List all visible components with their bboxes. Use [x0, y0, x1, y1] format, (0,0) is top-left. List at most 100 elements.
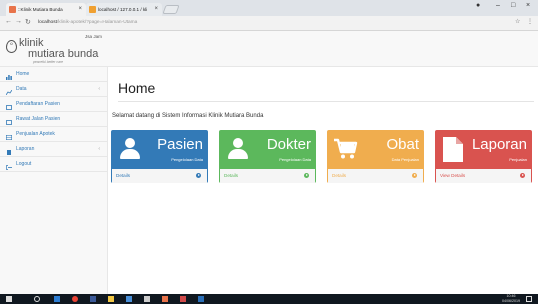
panel-subtitle: Penjualan — [509, 157, 527, 162]
close-tab-icon[interactable]: × — [78, 3, 82, 16]
logout-icon — [6, 162, 12, 170]
new-tab-button[interactable] — [162, 5, 180, 14]
table-icon — [6, 132, 13, 141]
panel-subtitle: Pengelolaan Data — [279, 157, 311, 162]
forward-icon[interactable]: → — [15, 18, 22, 25]
xampp-icon[interactable] — [162, 296, 168, 302]
bookmark-star-icon[interactable]: ☆ — [515, 18, 520, 25]
os-taskbar: 10:46 04/06/2019 — [0, 294, 538, 304]
sidebar-item-label: Home — [16, 71, 30, 77]
profile-icon[interactable]: ● — [476, 2, 480, 9]
app-icon[interactable] — [90, 296, 96, 302]
dashboard-icon — [6, 72, 12, 80]
details-label: Details — [332, 173, 347, 178]
sidebar-item-logout[interactable]: Logout — [0, 157, 108, 172]
chevron-left-icon: ‹ — [98, 146, 100, 152]
user-icon — [119, 138, 141, 160]
app-icon[interactable] — [144, 296, 150, 302]
taskbar-clock[interactable]: 10:46 04/06/2019 — [502, 294, 520, 304]
panel-subtitle: Data Penjualan — [391, 157, 419, 162]
sidebar-item-laporan[interactable]: Laporan ‹ — [0, 142, 108, 157]
panel-laporan: Laporan Penjualan View Details — [435, 130, 532, 183]
notification-icon[interactable] — [526, 296, 532, 302]
close-window-icon[interactable]: × — [526, 2, 530, 9]
tab-title: ::Klinik Mutiara Bunda — [18, 7, 63, 12]
file-explorer-icon[interactable] — [108, 296, 114, 302]
browser-tab-active[interactable]: ::Klinik Mutiara Bunda × — [6, 3, 86, 16]
logo-tagline: peaceful better care — [33, 60, 63, 64]
panel-title: Laporan — [471, 136, 527, 153]
app-icon[interactable] — [198, 296, 204, 302]
arrow-circle-right-icon — [304, 173, 309, 178]
sidebar-item-label: Rawat Jalan Pasien — [16, 116, 61, 122]
panel-title: Pasien — [157, 136, 203, 153]
app-icon[interactable] — [180, 296, 186, 302]
edge-icon[interactable] — [54, 296, 60, 302]
edit-icon — [6, 117, 12, 125]
panel-dokter: Dokter Pengelolaan Data Details — [219, 130, 316, 183]
page-title: Home — [118, 80, 156, 96]
edit-icon — [6, 102, 12, 110]
phpmyadmin-favicon-icon — [89, 6, 96, 13]
logo-text-line2: mutiara bunda — [28, 48, 99, 60]
sidebar-item-label: Logout — [16, 161, 32, 167]
browser-tab-bar: ::Klinik Mutiara Bunda × localhost / 127… — [0, 0, 538, 16]
file-icon — [6, 147, 12, 155]
top-navbar — [108, 31, 538, 67]
panel-heading: Dokter Pengelolaan Data — [220, 131, 315, 169]
document-icon — [443, 137, 463, 164]
panel-obat: Obat Data Penjualan Details — [327, 130, 424, 183]
arrow-circle-right-icon — [196, 173, 201, 178]
maximize-icon[interactable]: □ — [511, 2, 515, 9]
sidebar-item-penjualan[interactable]: Penjualan Apotek — [0, 127, 108, 142]
welcome-text: Selamat datang di Sistem Informasi Klini… — [112, 113, 264, 119]
sidebar-item-label: Laporan — [16, 146, 35, 152]
store-icon[interactable] — [126, 296, 132, 302]
close-tab-icon[interactable]: × — [154, 3, 158, 16]
arrow-circle-right-icon — [412, 173, 417, 178]
sidebar-item-label: Penjualan Apotek — [16, 131, 55, 137]
logo-mark-icon: º — [6, 40, 17, 53]
panel-title: Obat — [386, 136, 419, 153]
sidebar-item-label: Pendaftaran Pasien — [16, 101, 60, 107]
main-content: Home Selamat datang di Sistem Informasi … — [108, 67, 538, 294]
back-icon[interactable]: ← — [5, 18, 12, 25]
details-label: Details — [224, 173, 239, 178]
url-host: localhost — [38, 20, 57, 25]
chrome-icon[interactable] — [72, 296, 78, 302]
clock-date: 04/06/2019 — [502, 299, 520, 303]
browser-menu-icon[interactable]: ⋮ — [527, 18, 533, 25]
sidebar-item-home[interactable]: Home — [0, 67, 108, 82]
sidebar-item-label: Data — [16, 86, 27, 92]
details-label: View Details — [440, 173, 466, 178]
sidebar-item-pendaftaran[interactable]: Pendaftaran Pasien — [0, 97, 108, 112]
panel-title: Dokter — [266, 136, 311, 153]
sidebar-menu: Home Data ‹ Pendaftaran Pasien Rawat Jal… — [0, 67, 108, 172]
user-icon — [227, 138, 249, 160]
panel-details-link[interactable]: Details — [220, 169, 315, 183]
shopping-cart-icon — [334, 138, 358, 162]
browser-tab-inactive[interactable]: localhost / 127.0.0.1 / kli × — [86, 3, 162, 16]
panel-heading: Pasien Pengelolaan Data — [112, 131, 207, 169]
windows-start-icon[interactable] — [6, 296, 12, 302]
panel-details-link[interactable]: View Details — [436, 169, 531, 183]
url-path: /klinik-apotek/?page=Halaman-Utama — [56, 20, 138, 25]
panel-heading: Obat Data Penjualan — [328, 131, 423, 169]
panel-details-link[interactable]: Details — [112, 169, 207, 183]
chart-icon — [5, 87, 13, 96]
sidebar-item-data[interactable]: Data ‹ — [0, 82, 108, 97]
tab-title: localhost / 127.0.0.1 / kli — [98, 7, 148, 12]
clock-label: Jsa Jam — [84, 34, 102, 39]
app-page: Jsa Jam º klinik mutiara bunda peaceful … — [0, 31, 538, 294]
minimize-icon[interactable]: – — [496, 2, 500, 9]
panel-details-link[interactable]: Details — [328, 169, 423, 183]
sidebar-item-rawat-jalan[interactable]: Rawat Jalan Pasien — [0, 112, 108, 127]
panel-pasien: Pasien Pengelolaan Data Details — [111, 130, 208, 183]
arrow-circle-right-icon — [520, 173, 525, 178]
address-bar: ← → ↻ localhost/klinik-apotek/?page=Hala… — [0, 16, 538, 31]
title-divider — [118, 101, 534, 102]
url-field[interactable]: localhost/klinik-apotek/?page=Halaman-Ut… — [38, 18, 137, 28]
site-favicon-icon — [9, 6, 16, 13]
search-icon[interactable] — [34, 296, 40, 302]
reload-icon[interactable]: ↻ — [25, 18, 31, 26]
